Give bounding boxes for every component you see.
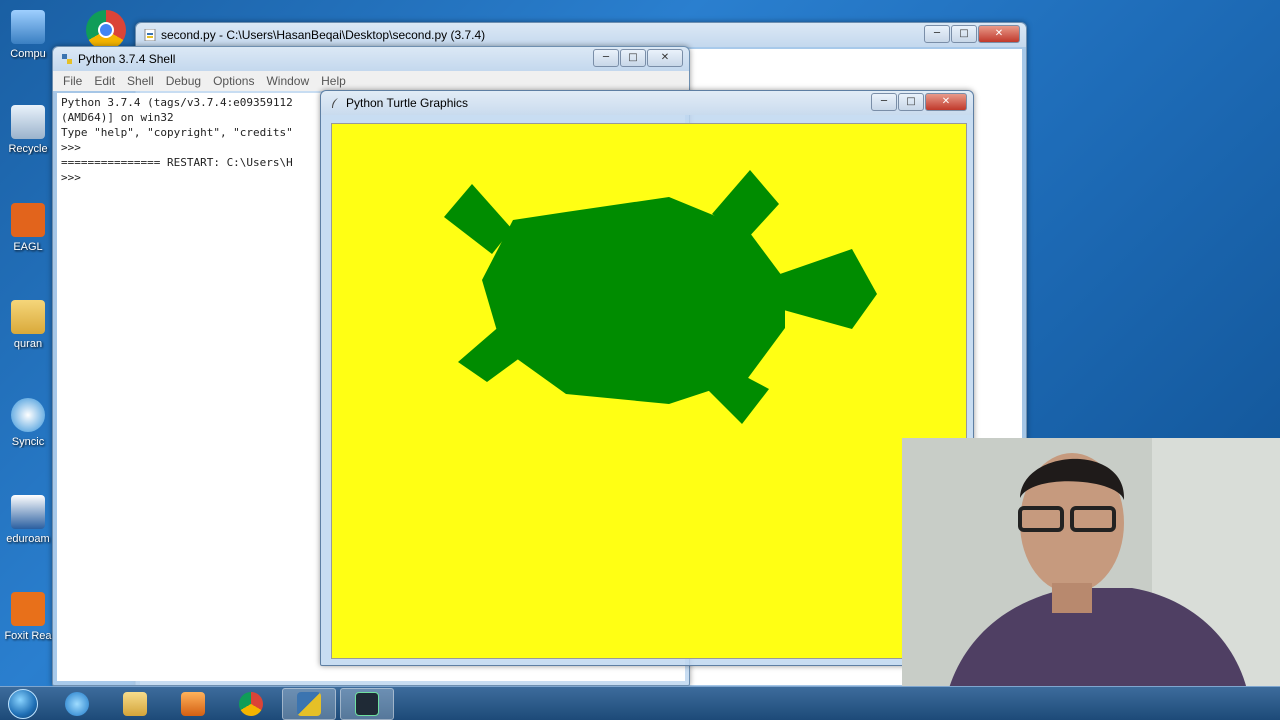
desktop-icon-quran[interactable]: quran bbox=[0, 300, 56, 350]
turtle-title: Python Turtle Graphics bbox=[346, 96, 469, 110]
turtle-canvas bbox=[331, 123, 967, 659]
close-button[interactable]: ✕ bbox=[925, 93, 967, 111]
shell-menubar: File Edit Shell Debug Options Window Hel… bbox=[53, 71, 689, 91]
windows-logo-icon bbox=[8, 688, 38, 719]
eduroam-icon bbox=[11, 495, 45, 529]
recycle-bin-icon bbox=[11, 105, 45, 139]
taskbar-file-explorer[interactable] bbox=[108, 688, 162, 720]
app-icon bbox=[355, 691, 379, 716]
close-button[interactable]: ✕ bbox=[978, 25, 1020, 43]
taskbar-chrome[interactable] bbox=[224, 688, 278, 720]
foxit-pdf-icon bbox=[11, 592, 45, 626]
menu-file[interactable]: File bbox=[63, 74, 82, 88]
turtle-shape bbox=[444, 170, 877, 424]
desktop-icon-label: quran bbox=[13, 338, 43, 350]
chrome-center-icon bbox=[98, 22, 114, 38]
desktop-icon-eduroam[interactable]: eduroam bbox=[0, 495, 56, 545]
minimize-button[interactable]: ─ bbox=[871, 93, 897, 111]
close-button[interactable]: ✕ bbox=[647, 49, 683, 67]
minimize-button[interactable]: ─ bbox=[924, 25, 950, 43]
menu-edit[interactable]: Edit bbox=[94, 74, 115, 88]
folder-icon bbox=[123, 691, 147, 716]
menu-options[interactable]: Options bbox=[213, 74, 254, 88]
folder-icon bbox=[11, 300, 45, 334]
shell-title: Python 3.7.4 Shell bbox=[78, 52, 176, 66]
desktop-icon-computer[interactable]: Compu bbox=[0, 10, 56, 60]
desktop-icon-foxit[interactable]: Foxit Rea bbox=[0, 592, 56, 642]
turtle-window-controls: ─ □ ✕ bbox=[870, 93, 967, 111]
chrome-desktop-icon[interactable] bbox=[86, 10, 126, 50]
menu-shell[interactable]: Shell bbox=[127, 74, 154, 88]
desktop-icon-label: Syncic bbox=[11, 436, 45, 448]
maximize-button[interactable]: □ bbox=[951, 25, 977, 43]
editor-titlebar[interactable]: second.py - C:\Users\HasanBeqai\Desktop\… bbox=[136, 23, 1026, 47]
desktop-icon-label: Foxit Rea bbox=[4, 630, 52, 642]
webcam-person-image bbox=[902, 438, 1280, 720]
taskbar bbox=[0, 686, 1280, 720]
webcam-overlay bbox=[902, 438, 1280, 720]
editor-window-controls: ─ □ ✕ bbox=[923, 25, 1020, 43]
media-player-icon bbox=[181, 691, 205, 716]
desktop-icon-label: EAGL bbox=[13, 241, 43, 253]
python-file-icon bbox=[144, 29, 156, 41]
desktop-icon-label: Recycle bbox=[8, 143, 48, 155]
start-button[interactable] bbox=[0, 687, 46, 720]
syncios-icon bbox=[11, 398, 45, 432]
menu-debug[interactable]: Debug bbox=[166, 74, 201, 88]
eagle-app-icon bbox=[11, 203, 45, 237]
python-icon bbox=[62, 54, 72, 64]
taskbar-internet-explorer[interactable] bbox=[50, 688, 104, 720]
minimize-button[interactable]: ─ bbox=[593, 49, 619, 67]
desktop-icon-eagle[interactable]: EAGL bbox=[0, 203, 56, 253]
taskbar-other-app[interactable] bbox=[340, 687, 394, 720]
desktop-icon-label: Compu bbox=[10, 48, 46, 60]
turtle-drawing bbox=[444, 170, 877, 424]
chrome-icon bbox=[239, 691, 263, 716]
taskbar-python-idle[interactable] bbox=[282, 687, 336, 720]
taskbar-media-player[interactable] bbox=[166, 688, 220, 720]
internet-explorer-icon bbox=[65, 691, 89, 716]
python-icon bbox=[297, 691, 321, 716]
turtle-head bbox=[780, 249, 877, 329]
maximize-button[interactable]: □ bbox=[620, 49, 646, 67]
desktop-icon-recycle-bin[interactable]: Recycle bbox=[0, 105, 56, 155]
turtle-window[interactable]: Python Turtle Graphics ─ □ ✕ bbox=[320, 90, 974, 666]
feather-icon bbox=[332, 98, 338, 108]
computer-icon bbox=[11, 10, 45, 44]
shell-window-controls: ─ □ ✕ bbox=[592, 49, 683, 67]
editor-title: second.py - C:\Users\HasanBeqai\Desktop\… bbox=[161, 28, 486, 42]
desktop-icon-syncios[interactable]: Syncic bbox=[0, 398, 56, 448]
menu-window[interactable]: Window bbox=[266, 74, 309, 88]
maximize-button[interactable]: □ bbox=[898, 93, 924, 111]
desktop-icon-label: eduroam bbox=[6, 533, 50, 545]
menu-help[interactable]: Help bbox=[321, 74, 346, 88]
